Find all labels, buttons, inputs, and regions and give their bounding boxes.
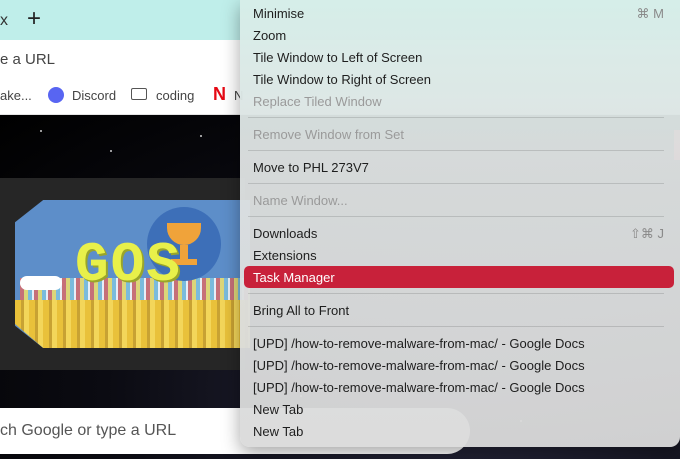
menu-item-window[interactable]: New Tab — [253, 424, 303, 439]
menu-item-window[interactable]: [UPD] /how-to-remove-malware-from-mac/ -… — [253, 380, 585, 395]
shortcut-downloads: ⇧⌘ J — [629, 226, 664, 241]
doodle-cloud — [20, 276, 62, 290]
search-placeholder: ch Google or type a URL — [0, 422, 177, 439]
menu-item-name-window: Name Window... — [253, 193, 348, 208]
menu-item-task-manager[interactable]: Task Manager — [253, 270, 335, 285]
menu-item-extensions[interactable]: Extensions — [253, 248, 317, 263]
menu-separator — [248, 293, 664, 294]
menu-separator — [248, 150, 664, 151]
new-tab-button[interactable]: + — [27, 7, 41, 31]
menu-item-minimise[interactable]: Minimise — [253, 6, 304, 21]
tab-close-icon[interactable]: x — [0, 12, 8, 30]
address-bar-text[interactable]: e a URL — [0, 51, 55, 68]
discord-icon — [48, 87, 64, 103]
menu-item-move-to-display[interactable]: Move to PHL 273V7 — [253, 160, 369, 175]
doodle-letters: GOS — [75, 233, 182, 297]
menu-item-replace-tiled: Replace Tiled Window — [253, 94, 382, 109]
window-menu: Minimise ⌘ M Zoom Tile Window to Left of… — [240, 0, 680, 447]
star — [110, 150, 112, 152]
menu-separator — [248, 216, 664, 217]
menu-item-downloads[interactable]: Downloads — [253, 226, 317, 241]
netflix-icon: N — [213, 84, 226, 104]
menu-separator — [248, 183, 664, 184]
menu-separator — [248, 117, 664, 118]
menu-item-remove-from-set: Remove Window from Set — [253, 127, 404, 142]
doodle-field — [15, 300, 250, 348]
bookmark-discord[interactable]: Discord — [72, 88, 116, 103]
folder-icon — [131, 88, 147, 100]
menu-item-zoom[interactable]: Zoom — [253, 28, 286, 43]
menu-item-tile-left[interactable]: Tile Window to Left of Screen — [253, 50, 422, 65]
bookmark-folder-coding[interactable]: coding — [156, 88, 194, 103]
menu-item-tile-right[interactable]: Tile Window to Right of Screen — [253, 72, 431, 87]
bookmark-item[interactable]: ake... — [0, 88, 32, 103]
menu-item-bring-all-to-front[interactable]: Bring All to Front — [253, 303, 349, 318]
menu-item-window[interactable]: New Tab — [253, 402, 303, 417]
star — [200, 135, 202, 137]
menu-item-window[interactable]: [UPD] /how-to-remove-malware-from-mac/ -… — [253, 358, 585, 373]
star — [40, 130, 42, 132]
shortcut-minimise: ⌘ M — [636, 6, 664, 21]
menu-item-window[interactable]: [UPD] /how-to-remove-malware-from-mac/ -… — [253, 336, 585, 351]
menu-separator — [248, 326, 664, 327]
